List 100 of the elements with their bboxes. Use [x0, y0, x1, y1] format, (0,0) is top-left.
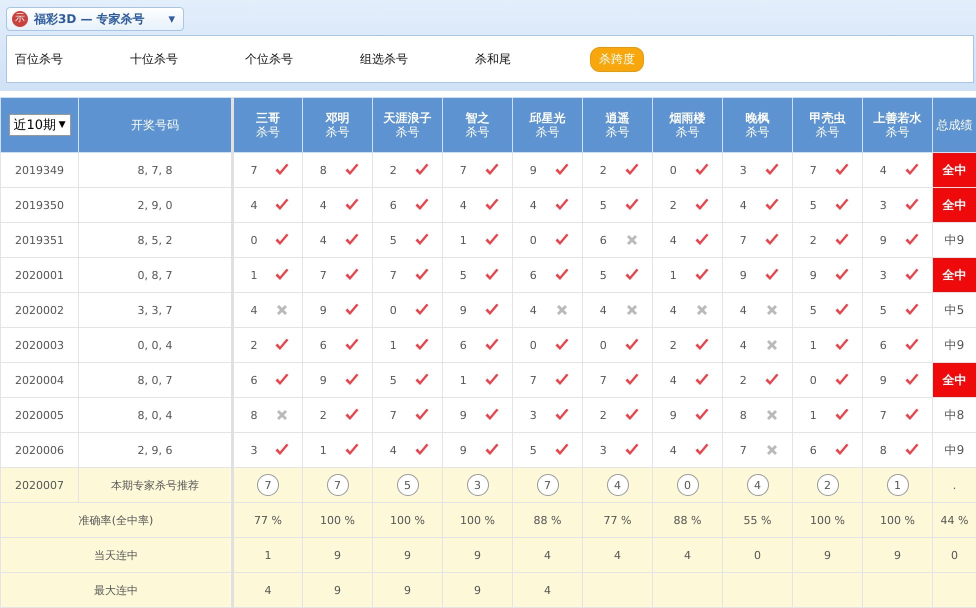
table-cell: 9 — [442, 572, 512, 608]
table-cell: 8, 5, 2 — [78, 222, 232, 258]
column-header: 烟雨楼 杀号 — [652, 98, 722, 152]
kill-number: 4 — [668, 444, 678, 456]
kill-number: 5 — [598, 198, 608, 212]
number-ball: 5 — [396, 474, 418, 496]
kill-number: 8 — [250, 408, 258, 422]
table-cell: 9 — [862, 538, 932, 572]
column-header: 晚枫 杀号 — [722, 98, 792, 152]
kill-number: 5 — [528, 444, 538, 456]
kill-number: 0 — [528, 338, 538, 352]
table-cell: . — [932, 468, 976, 502]
kill-number: 3 — [738, 164, 748, 176]
kill-number: 8 — [318, 164, 328, 176]
tab[interactable]: 个位杀号 — [245, 48, 360, 70]
kill-number: 4 — [598, 304, 608, 316]
kill-number: 1 — [808, 408, 818, 422]
column-header: 总成绩 — [932, 98, 976, 152]
kill-number: 2 — [388, 164, 398, 176]
number-ball: 7 — [326, 474, 348, 496]
kill-number: 5 — [878, 304, 888, 316]
kill-number: 5 — [808, 198, 818, 212]
table-cell: 0 — [932, 538, 976, 572]
kill-number: 9 — [808, 268, 818, 282]
kill-number: 9 — [318, 304, 328, 316]
kill-number: 1 — [388, 338, 398, 352]
table-cell: 9 — [442, 538, 512, 572]
column-header: 邓明 杀号 — [302, 98, 372, 152]
result-badge: 全中 — [932, 258, 976, 292]
tab[interactable]: 百位杀号 — [15, 48, 130, 70]
kill-number: 9 — [878, 234, 888, 246]
table-cell: 2, 9, 0 — [78, 188, 232, 222]
kill-number: 1 — [318, 444, 328, 456]
kill-number: 3 — [528, 408, 538, 422]
kill-number: 1 — [668, 268, 678, 282]
tab[interactable]: 杀和尾 — [475, 48, 590, 70]
kill-number: 6 — [528, 268, 538, 282]
table-cell: 2020007 — [0, 468, 78, 502]
table-cell: 100 % — [792, 502, 862, 538]
kill-number: 4 — [668, 234, 678, 246]
kill-number: 7 — [738, 234, 748, 246]
number-ball: 0 — [676, 474, 698, 496]
table-cell: 100 % — [862, 502, 932, 538]
table-cell: 本期专家杀号推荐 — [78, 468, 232, 502]
result-badge: 全中 — [932, 188, 976, 222]
column-header: 甲壳虫 杀号 — [792, 98, 862, 152]
kill-number: 7 — [318, 268, 328, 282]
table-cell: 9 — [302, 538, 372, 572]
kill-number: 4 — [250, 304, 258, 316]
table-cell: 2020001 — [0, 258, 78, 292]
kill-number: 6 — [458, 338, 468, 352]
number-ball: 4 — [746, 474, 768, 496]
kill-number: 2 — [668, 198, 678, 212]
kill-number: 6 — [388, 198, 398, 212]
kill-number: 6 — [808, 444, 818, 456]
kill-number: 0 — [598, 338, 608, 352]
number-ball: 4 — [606, 474, 628, 496]
kill-number: 0 — [250, 234, 258, 246]
tab[interactable]: 组选杀号 — [360, 48, 475, 70]
table-cell: 3, 3, 7 — [78, 292, 232, 328]
column-header: 逍遥 杀号 — [582, 98, 652, 152]
period-select[interactable]: 近10期 ▼ — [8, 114, 70, 136]
kill-number: 3 — [878, 198, 888, 212]
kill-number: 0 — [388, 304, 398, 316]
kill-number: 7 — [458, 164, 468, 176]
kill-number: 4 — [738, 304, 748, 316]
result-badge: 全中 — [932, 152, 976, 188]
kill-number: 2 — [250, 338, 258, 352]
table-cell: 9 — [372, 572, 442, 608]
number-ball: 1 — [886, 474, 908, 496]
kill-number: 5 — [458, 268, 468, 282]
lottery-dropdown[interactable]: 示 福彩3D — 专家杀号 ▾ — [6, 7, 184, 31]
tab[interactable]: 十位杀号 — [130, 48, 245, 70]
kill-number: 6 — [250, 374, 258, 386]
kill-number: 4 — [528, 198, 538, 212]
column-header: 上善若水 杀号 — [862, 98, 932, 152]
table-cell: 0, 0, 4 — [78, 328, 232, 362]
table-cell: 2019351 — [0, 222, 78, 258]
kill-number: 7 — [388, 408, 398, 422]
kill-number: 9 — [738, 268, 748, 282]
table-cell: 最大连中 — [0, 572, 232, 608]
kill-number: 4 — [668, 374, 678, 386]
table-cell: 0, 8, 7 — [78, 258, 232, 292]
table-cell: 77 % — [232, 502, 302, 538]
table-cell: 当天连中 — [0, 538, 232, 572]
table-cell: 100 % — [442, 502, 512, 538]
kill-number: 4 — [250, 198, 258, 212]
table-cell: 88 % — [512, 502, 582, 538]
table-cell: 2019349 — [0, 152, 78, 188]
kill-number: 2 — [598, 164, 608, 176]
kill-number: 9 — [878, 374, 888, 386]
kill-number: 1 — [808, 338, 818, 352]
column-header: 三哥 杀号 — [232, 98, 302, 152]
kill-number: 5 — [388, 374, 398, 386]
kill-number: 7 — [250, 164, 258, 176]
kill-number: 0 — [808, 374, 818, 386]
table-cell: 9 — [302, 572, 372, 608]
table-cell: 准确率(全中率) — [0, 502, 232, 538]
kill-number: 4 — [318, 198, 328, 212]
table-cell: 4 — [512, 538, 582, 572]
